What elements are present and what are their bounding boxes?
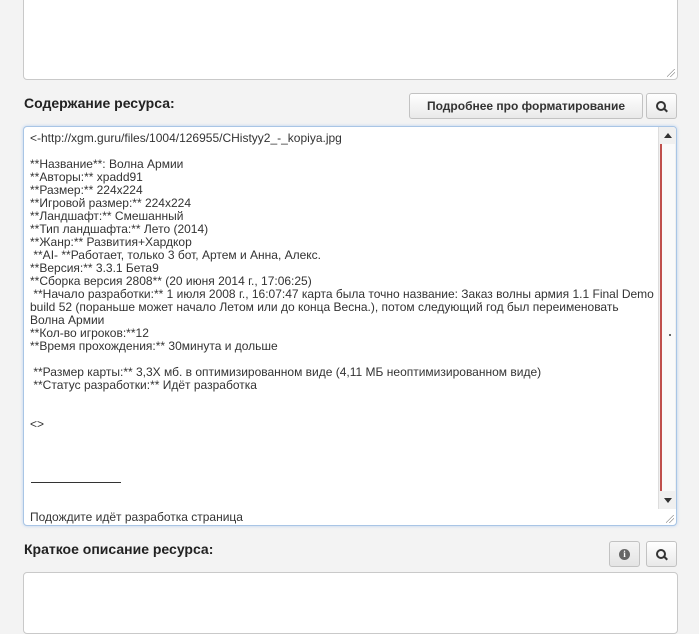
editor-line: **Версия:** 3.3.1 Бета9 [30, 261, 159, 275]
editor-line: **Ландшафт:** Смешанный [30, 209, 184, 223]
editor-line: **Сборка версия 2808** (20 июня 2014 г.,… [30, 274, 312, 288]
description-textarea[interactable] [23, 572, 678, 634]
scroll-down-arrow-icon[interactable] [659, 492, 676, 509]
editor-line: **Размер карты:** 3,3Х мб. в оптимизиров… [30, 365, 542, 379]
resize-grip-icon[interactable] [666, 515, 674, 523]
editor-line: **Жанр:** Развития+Хардкор [30, 235, 192, 249]
editor-line: **Кол-во игроков:**12 [30, 326, 149, 340]
horizontal-rule [31, 482, 121, 483]
editor-line: <> [30, 417, 45, 431]
previous-textarea[interactable] [23, 0, 678, 80]
formatting-help-button[interactable]: Подробнее про форматирование [409, 93, 643, 119]
description-search-button[interactable] [646, 541, 677, 567]
editor-line: **Название**: Волна Армии [30, 157, 184, 171]
editor-line: <-http://xgm.guru/files/1004/126955/CHis… [30, 131, 342, 145]
thumb-grip-icon [669, 334, 671, 336]
search-icon [656, 100, 667, 112]
editor-line: **Размер:** 224x224 [30, 183, 143, 197]
editor-text[interactable]: <-http://xgm.guru/files/1004/126955/CHis… [30, 132, 655, 431]
editor-line: **Тип ландшафта:** Лето (2014) [30, 222, 209, 236]
preview-search-button[interactable] [646, 93, 677, 119]
editor-line: **Время прохождения:** 30минута и дольше [30, 339, 278, 353]
info-icon: i [619, 548, 630, 560]
editor-line: **AI- **Работает, только 3 бот, Артем и … [30, 248, 322, 262]
search-icon [656, 548, 667, 560]
editor-line: **Игровой размер:** 224x224 [30, 196, 192, 210]
content-label: Содержание ресурса: [24, 95, 175, 111]
editor-scrollbar[interactable] [658, 127, 676, 509]
resize-grip-icon[interactable] [667, 69, 675, 77]
editor-line: **Авторы:** xpadd91 [30, 170, 143, 184]
content-editor[interactable]: <-http://xgm.guru/files/1004/126955/CHis… [23, 126, 677, 526]
editor-footer-line: Подождите идёт разработка страница [30, 510, 243, 524]
editor-line: **Статус разработки:** Идёт разработка [30, 378, 257, 392]
editor-line: **Начало разработки:** 1 июля 2008 г., 1… [30, 287, 658, 327]
description-label: Краткое описание ресурса: [24, 541, 214, 557]
scrollbar-thumb[interactable] [660, 144, 675, 491]
info-button[interactable]: i [609, 541, 640, 567]
scroll-up-arrow-icon[interactable] [659, 127, 676, 144]
